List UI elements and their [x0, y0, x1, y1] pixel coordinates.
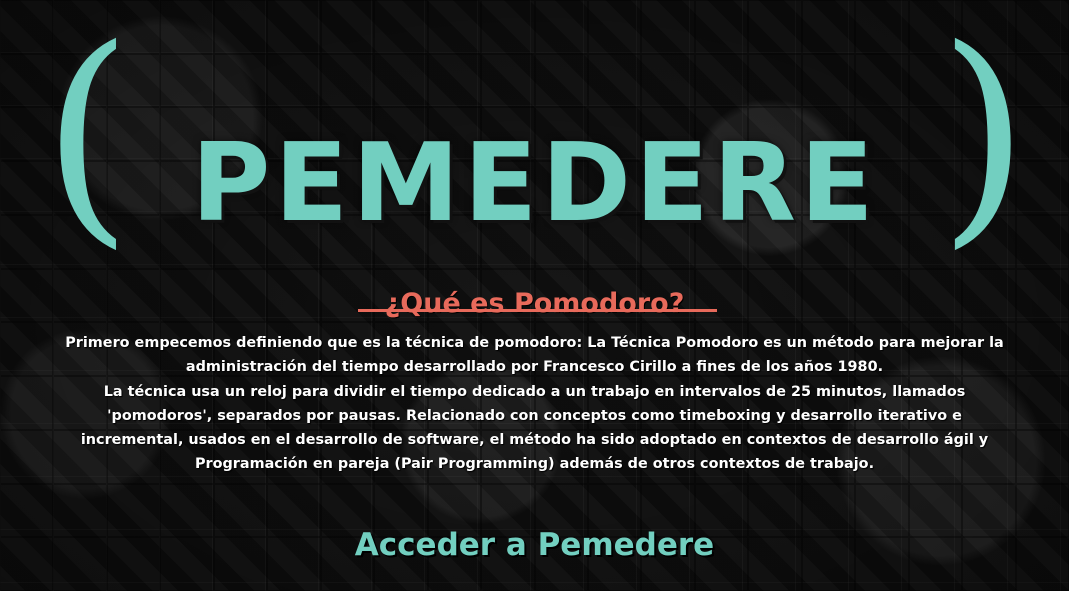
- site-title: PEMEDERE: [191, 121, 878, 247]
- page: ( ) PEMEDERE ¿Qué es Pomodoro? Primero e…: [0, 0, 1069, 591]
- description-paragraph-1: Primero empecemos definiendo que es la t…: [65, 335, 1004, 376]
- description: Primero empecemos definiendo que es la t…: [58, 331, 1011, 477]
- section-divider: [358, 309, 717, 312]
- section-title: ¿Qué es Pomodoro?: [384, 288, 685, 320]
- cta-container: Acceder a Pemedere: [0, 528, 1069, 562]
- description-paragraph-2: La técnica usa un reloj para dividir el …: [80, 383, 989, 473]
- access-link[interactable]: Acceder a Pemedere: [355, 527, 714, 563]
- hero: ( ) PEMEDERE ¿Qué es Pomodoro? Primero e…: [0, 0, 1069, 591]
